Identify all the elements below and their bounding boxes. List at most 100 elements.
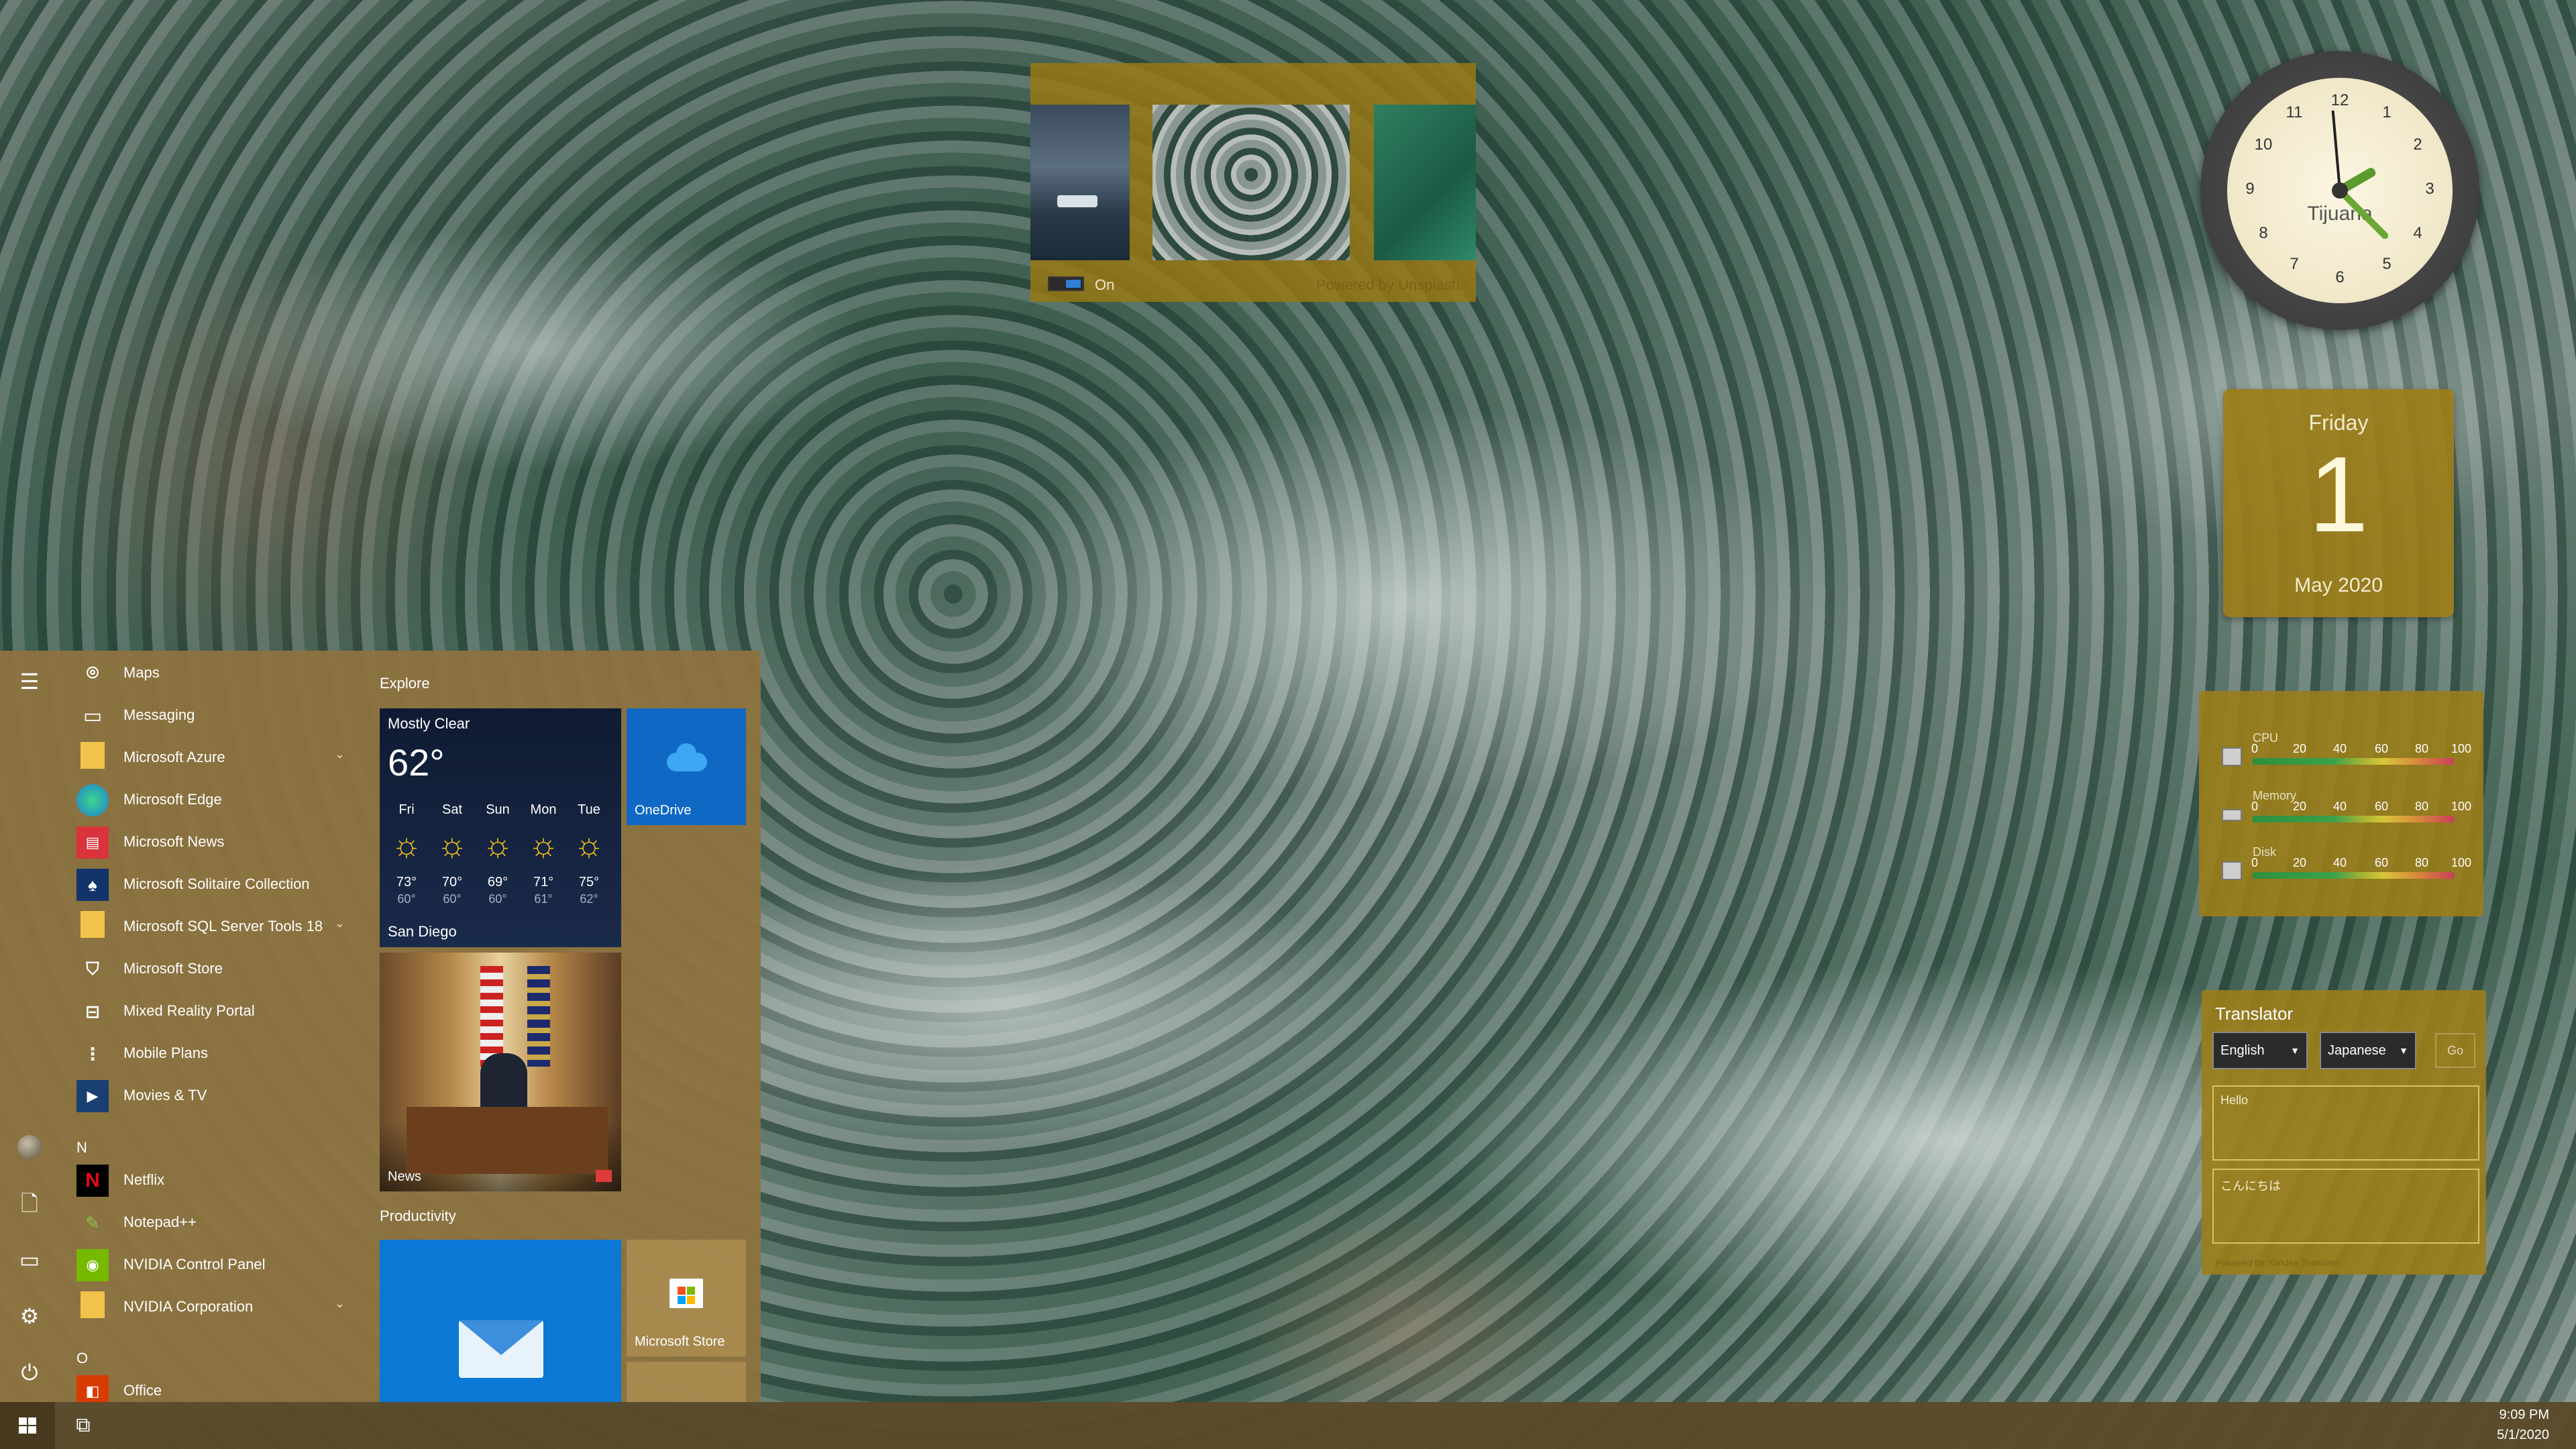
hamburger-menu-icon[interactable]: ☰ <box>13 665 46 698</box>
scale-tick: 60 <box>2375 856 2389 869</box>
app-label: Notepad++ <box>123 1214 197 1230</box>
nvidia-icon: ◉ <box>76 1249 109 1281</box>
calendar-day: 1 <box>2308 434 2369 554</box>
target-language-select[interactable]: Japanese ▼ <box>2320 1032 2416 1069</box>
app-label: Maps <box>123 664 160 681</box>
folder-icon <box>80 742 105 769</box>
chevron-down-icon[interactable]: ⌄ <box>335 916 345 930</box>
edge-icon <box>76 784 109 816</box>
app-label: Microsoft Edge <box>123 791 222 808</box>
go-button[interactable]: Go <box>2435 1033 2475 1068</box>
cloud-icon <box>667 743 707 771</box>
translator-title: Translator <box>2215 1004 2294 1024</box>
forecast-low: 61° <box>534 892 553 906</box>
clock-date[interactable]: 5/1/2020 <box>2497 1428 2549 1443</box>
list-item[interactable]: ▤ Microsoft News <box>70 820 358 861</box>
netflix-icon: N <box>76 1165 109 1197</box>
clock-number: 8 <box>2259 224 2268 242</box>
list-item[interactable]: ◉ NVIDIA Control Panel <box>70 1242 358 1284</box>
scale-tick: 0 <box>2251 800 2259 813</box>
list-item[interactable]: ▭ Messaging <box>70 693 358 735</box>
cpu-bar <box>2253 758 2454 765</box>
logo-square <box>687 1287 695 1295</box>
partial-tile[interactable] <box>627 1362 746 1402</box>
list-item[interactable]: ◧ Office <box>70 1368 358 1402</box>
scale-tick: 20 <box>2293 742 2307 755</box>
messaging-icon: ▭ <box>83 704 103 727</box>
list-item[interactable]: ▶ Movies & TV <box>70 1073 358 1115</box>
app-label: Mixed Reality Portal <box>123 1002 255 1019</box>
task-view-icon[interactable]: ⧉ <box>70 1413 97 1438</box>
scale-tick: 0 <box>2251 856 2259 869</box>
weather-temperature: 62° <box>388 741 445 784</box>
section-letter[interactable]: N <box>76 1139 87 1157</box>
weather-tile[interactable]: Mostly Clear 62° Fri Sat Sun Mon Tue ☼ ☼… <box>380 708 621 947</box>
memory-meter: Memory 0 20 40 60 80 100 <box>2199 775 2483 836</box>
meter-label: Memory <box>2253 789 2297 802</box>
source-text-input[interactable]: Hello <box>2212 1085 2479 1161</box>
list-item[interactable]: N Netflix <box>70 1158 358 1199</box>
tile-group-title[interactable]: Productivity <box>380 1208 456 1225</box>
maps-icon: ⌾ <box>87 662 99 684</box>
logo-square <box>678 1296 686 1304</box>
scale-tick: 40 <box>2333 800 2347 813</box>
list-item[interactable]: ⋮ Mobile Plans <box>70 1031 358 1073</box>
scale-tick: 100 <box>2451 800 2472 813</box>
app-label: Office <box>123 1382 162 1399</box>
list-item[interactable]: ✎ Notepad++ <box>70 1200 358 1242</box>
list-item[interactable]: Microsoft Edge <box>70 777 358 819</box>
chevron-down-icon[interactable]: ⌄ <box>335 747 345 761</box>
tile-group-title[interactable]: Explore <box>380 675 430 692</box>
weather-condition: Mostly Clear <box>388 715 470 732</box>
list-item[interactable]: ⊟ Mixed Reality Portal <box>70 989 358 1030</box>
memory-bar <box>2253 816 2454 822</box>
list-item[interactable]: NVIDIA Corporation ⌄ <box>70 1285 358 1326</box>
list-item[interactable]: ⛉ Microsoft Store <box>70 947 358 988</box>
list-item[interactable]: ♠ Microsoft Solitaire Collection <box>70 862 358 904</box>
news-badge-icon <box>596 1170 612 1182</box>
start-button[interactable] <box>0 1402 55 1449</box>
cpu-meter: CPU 0 20 40 60 80 100 <box>2199 718 2483 778</box>
app-label: Microsoft Solitaire Collection <box>123 875 310 892</box>
office-icon: ◧ <box>76 1375 109 1402</box>
disk-icon <box>2222 861 2242 880</box>
clock-number: 1 <box>2382 103 2392 121</box>
news-tile[interactable]: News <box>380 953 621 1191</box>
start-rail: ☰ 🗋 ▭ ⚙ ⏻ <box>0 651 60 1402</box>
tile-label: Microsoft Store <box>635 1334 725 1349</box>
tile-area: Explore Mostly Clear 62° Fri Sat Sun Mon… <box>378 651 754 1407</box>
forecast-high: 69° <box>487 875 508 890</box>
app-label: Messaging <box>123 706 195 723</box>
microsoft-store-tile[interactable]: Microsoft Store <box>627 1240 746 1356</box>
slide-thumbnail[interactable] <box>1030 105 1130 260</box>
logo-pane <box>28 1426 36 1434</box>
list-item[interactable]: Microsoft SQL Server Tools 18 ⌄ <box>70 904 358 946</box>
chevron-down-icon: ▼ <box>2399 1045 2408 1056</box>
mail-tile[interactable] <box>380 1240 621 1407</box>
start-menu: ☰ 🗋 ▭ ⚙ ⏻ ⌾ Maps ▭ Messaging Microsoft A… <box>0 651 761 1407</box>
translated-text-output[interactable]: こんにちは <box>2212 1169 2479 1244</box>
slide-thumbnail[interactable] <box>1374 105 1476 260</box>
disk-meter: Disk 0 20 40 60 80 100 <box>2199 832 2483 892</box>
list-item[interactable]: Microsoft Azure ⌄ <box>70 735 358 777</box>
avatar[interactable] <box>17 1135 42 1159</box>
settings-gear-icon[interactable]: ⚙ <box>13 1300 46 1332</box>
section-letter[interactable]: O <box>76 1350 88 1367</box>
clock-time[interactable]: 9:09 PM <box>2500 1407 2549 1423</box>
sun-icon: ☼ <box>482 826 513 863</box>
scale-tick: 100 <box>2451 742 2472 755</box>
scale-tick: 40 <box>2333 856 2347 869</box>
clock-widget: 12 1 2 3 4 5 6 7 8 9 10 11 Tijuana <box>2200 51 2479 330</box>
list-item[interactable]: ⌾ Maps <box>70 651 358 692</box>
logo-pane <box>28 1417 36 1425</box>
tile-label: OneDrive <box>635 803 692 818</box>
source-language-select[interactable]: English ▼ <box>2212 1032 2308 1069</box>
slideshow-toggle[interactable] <box>1048 276 1084 291</box>
power-icon[interactable]: ⏻ <box>13 1356 46 1389</box>
slide-current[interactable] <box>1152 105 1350 260</box>
play-icon: ▶ <box>76 1080 109 1112</box>
documents-icon[interactable]: 🗋 <box>13 1187 46 1220</box>
onedrive-tile[interactable]: OneDrive <box>627 708 746 825</box>
pictures-icon[interactable]: ▭ <box>13 1244 46 1276</box>
chevron-down-icon[interactable]: ⌄ <box>335 1297 345 1311</box>
